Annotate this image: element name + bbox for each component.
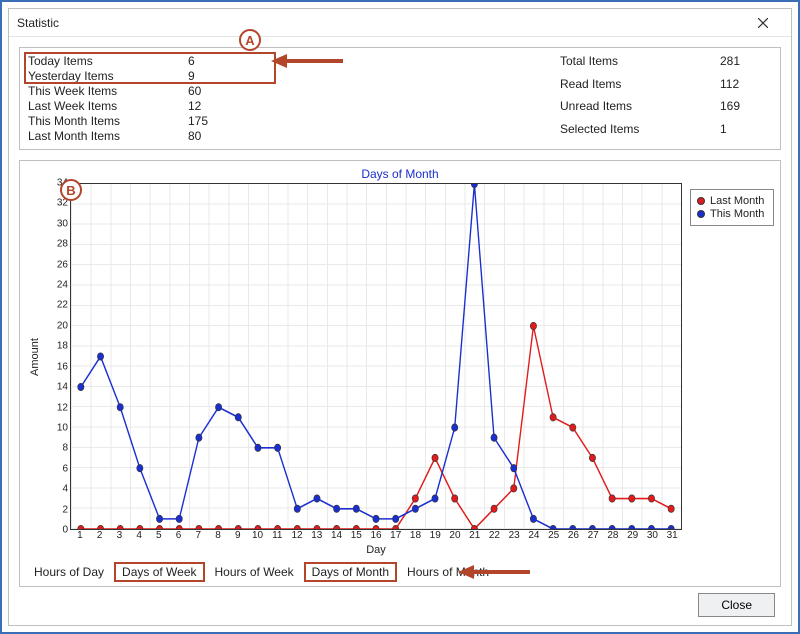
legend-item: This Month bbox=[697, 208, 767, 220]
stat-label: Selected Items bbox=[560, 122, 720, 144]
chart-plot-area bbox=[70, 183, 682, 530]
window-title: Statistic bbox=[17, 16, 59, 30]
stat-label: Total Items bbox=[560, 54, 720, 76]
chart-xlabel: Day bbox=[70, 544, 682, 556]
stat-label: Read Items bbox=[560, 77, 720, 99]
legend-dot-icon bbox=[697, 197, 705, 205]
statistics-panel: Today Items 6 Yesterday Items 9 This Wee… bbox=[19, 47, 781, 150]
stat-value: 60 bbox=[188, 84, 248, 98]
stat-value: 175 bbox=[188, 114, 248, 128]
stat-value: 1 bbox=[720, 122, 780, 144]
chart-title: Days of Month bbox=[28, 167, 772, 181]
titlebar: Statistic bbox=[9, 9, 791, 37]
chart-ylabel: Amount bbox=[29, 338, 41, 376]
stat-value: 112 bbox=[720, 77, 780, 99]
legend-item: Last Month bbox=[697, 195, 767, 207]
tab-days-of-week[interactable]: Days of Week bbox=[114, 562, 204, 582]
chart-view-tabs: Hours of Day Days of Week Hours of Week … bbox=[28, 562, 772, 582]
legend-label: Last Month bbox=[710, 195, 764, 207]
stat-value: 6 bbox=[188, 54, 248, 68]
chart-yaxis: 0246810121416182022242628303234 bbox=[42, 183, 70, 530]
stat-label: Last Week Items bbox=[28, 99, 188, 113]
stat-label: This Week Items bbox=[28, 84, 188, 98]
stat-label: Yesterday Items bbox=[28, 69, 188, 83]
chart-xaxis: 1234567891011121314151617181920212223242… bbox=[70, 530, 682, 544]
stat-value: 80 bbox=[188, 129, 248, 143]
tab-hours-of-month[interactable]: Hours of Month bbox=[401, 564, 495, 580]
close-button[interactable]: Close bbox=[698, 593, 775, 617]
stats-right-column: Total Items 281 Read Items 112 Unread It… bbox=[400, 54, 772, 143]
tab-days-of-month[interactable]: Days of Month bbox=[304, 562, 397, 582]
legend-dot-icon bbox=[697, 210, 705, 218]
stat-value: 281 bbox=[720, 54, 780, 76]
stat-label: Unread Items bbox=[560, 99, 720, 121]
chart-legend: Last Month This Month bbox=[690, 189, 774, 226]
stat-value: 169 bbox=[720, 99, 780, 121]
tab-hours-of-day[interactable]: Hours of Day bbox=[28, 564, 110, 580]
tab-hours-of-week[interactable]: Hours of Week bbox=[209, 564, 300, 580]
stat-label: Today Items bbox=[28, 54, 188, 68]
chart-panel: Days of Month Amount 0246810121416182022… bbox=[19, 160, 781, 587]
stat-value: 9 bbox=[188, 69, 248, 83]
close-icon bbox=[758, 18, 768, 28]
stat-label: Last Month Items bbox=[28, 129, 188, 143]
stats-left-column: Today Items 6 Yesterday Items 9 This Wee… bbox=[28, 54, 400, 143]
stat-label: This Month Items bbox=[28, 114, 188, 128]
window-close-button[interactable] bbox=[743, 11, 783, 35]
dialog-window: Statistic Today Items 6 Yesterday Items … bbox=[8, 8, 792, 626]
legend-label: This Month bbox=[710, 208, 764, 220]
stat-value: 12 bbox=[188, 99, 248, 113]
